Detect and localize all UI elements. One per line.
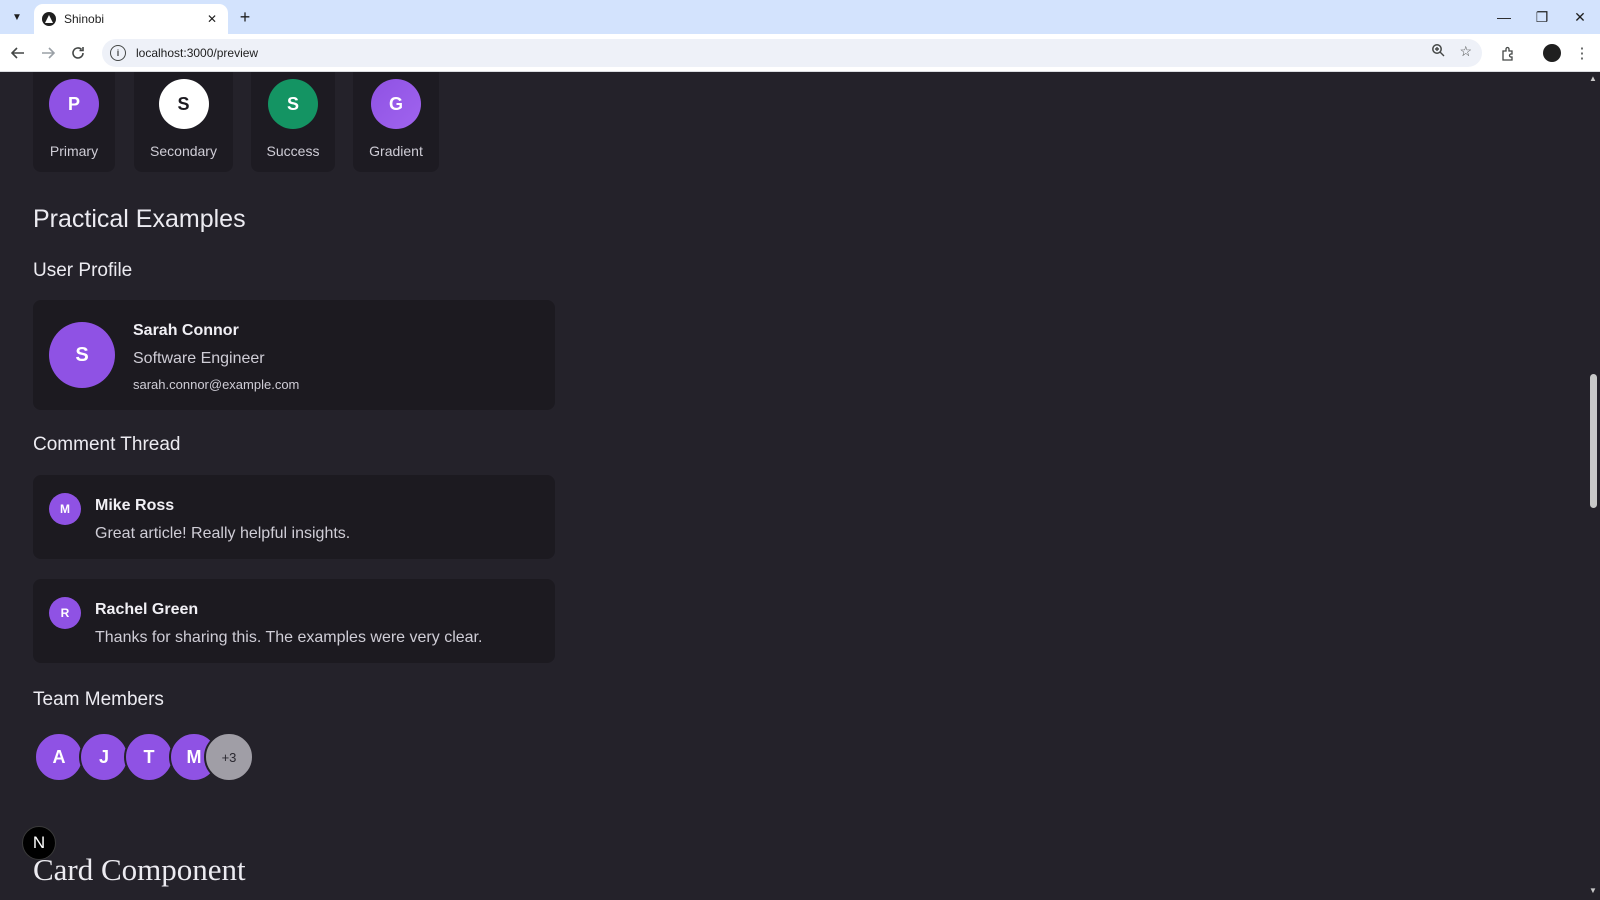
variant-label: Success — [266, 143, 320, 159]
avatar: R — [49, 597, 81, 629]
close-window-button[interactable]: ✕ — [1566, 4, 1594, 30]
avatar-gradient: G — [371, 79, 421, 129]
site-info-icon[interactable]: i — [110, 45, 126, 61]
browser-toolbar: i localhost:3000/preview ☆ ⋮ — [0, 34, 1600, 72]
star-icon[interactable]: ☆ — [1459, 43, 1472, 60]
avatar: S — [49, 322, 115, 388]
page-scrollbar[interactable]: ▲ ▼ — [1586, 72, 1600, 900]
back-icon[interactable] — [6, 41, 30, 65]
comment-text: Great article! Really helpful insights. — [95, 525, 351, 542]
comment-author: Rachel Green — [95, 601, 199, 618]
heading-team-members: Team Members — [33, 689, 164, 710]
section-title-card-component: Card Component — [33, 852, 246, 887]
comment-text: Thanks for sharing this. The examples we… — [95, 629, 483, 646]
team-avatar: A — [34, 732, 84, 782]
tab-list-icon[interactable]: ▼ — [6, 6, 28, 28]
profile-icon[interactable] — [1540, 41, 1564, 65]
variant-card-success: S Success — [251, 72, 335, 172]
scroll-down-icon[interactable]: ▼ — [1589, 886, 1597, 895]
comment-item: M Mike Ross Great article! Really helpfu… — [33, 475, 555, 559]
profile-role: Software Engineer — [133, 350, 265, 367]
section-title-practical-examples: Practical Examples — [33, 205, 246, 233]
variant-label: Primary — [49, 143, 99, 159]
minimize-button[interactable]: — — [1490, 4, 1518, 30]
scrollbar-thumb[interactable] — [1590, 374, 1597, 508]
variant-card-primary: P Primary — [33, 72, 115, 172]
reload-icon[interactable] — [66, 41, 90, 65]
profile-name: Sarah Connor — [133, 322, 239, 339]
avatar-primary: P — [49, 79, 99, 129]
url-text: localhost:3000/preview — [136, 46, 259, 60]
zoom-icon[interactable] — [1431, 43, 1445, 60]
comment-author: Mike Ross — [95, 497, 175, 514]
user-profile-card: S Sarah Connor Software Engineer sarah.c… — [33, 300, 555, 410]
restore-button[interactable]: ❐ — [1528, 4, 1556, 30]
heading-comment-thread: Comment Thread — [33, 434, 181, 455]
page-content: P Primary S Secondary S Success G Gradie… — [0, 72, 1586, 900]
variant-label: Secondary — [150, 143, 217, 159]
address-bar[interactable]: i localhost:3000/preview ☆ — [102, 39, 1482, 67]
browser-tab[interactable]: Shinobi ✕ — [34, 4, 228, 34]
variant-card-secondary: S Secondary — [134, 72, 233, 172]
favicon-icon — [42, 12, 56, 26]
tab-title: Shinobi — [64, 12, 105, 26]
menu-icon[interactable]: ⋮ — [1570, 41, 1594, 65]
extensions-icon[interactable] — [1496, 41, 1520, 65]
team-avatar: T — [124, 732, 174, 782]
comment-item: R Rachel Green Thanks for sharing this. … — [33, 579, 555, 663]
team-avatar: J — [79, 732, 129, 782]
new-tab-button[interactable]: + — [234, 6, 256, 28]
avatar-secondary: S — [158, 79, 209, 129]
forward-icon[interactable] — [36, 41, 60, 65]
scroll-up-icon[interactable]: ▲ — [1589, 74, 1597, 83]
variant-card-gradient: G Gradient — [353, 72, 439, 172]
variant-label: Gradient — [369, 143, 423, 159]
avatar-success: S — [268, 79, 318, 129]
tab-bar: ▼ Shinobi ✕ + — ❐ ✕ — [0, 0, 1600, 34]
tab-close-icon[interactable]: ✕ — [204, 12, 220, 26]
avatar: M — [49, 493, 81, 525]
profile-email: sarah.connor@example.com — [133, 377, 300, 392]
heading-user-profile: User Profile — [33, 260, 133, 281]
more-members-badge: +3 — [204, 732, 254, 782]
